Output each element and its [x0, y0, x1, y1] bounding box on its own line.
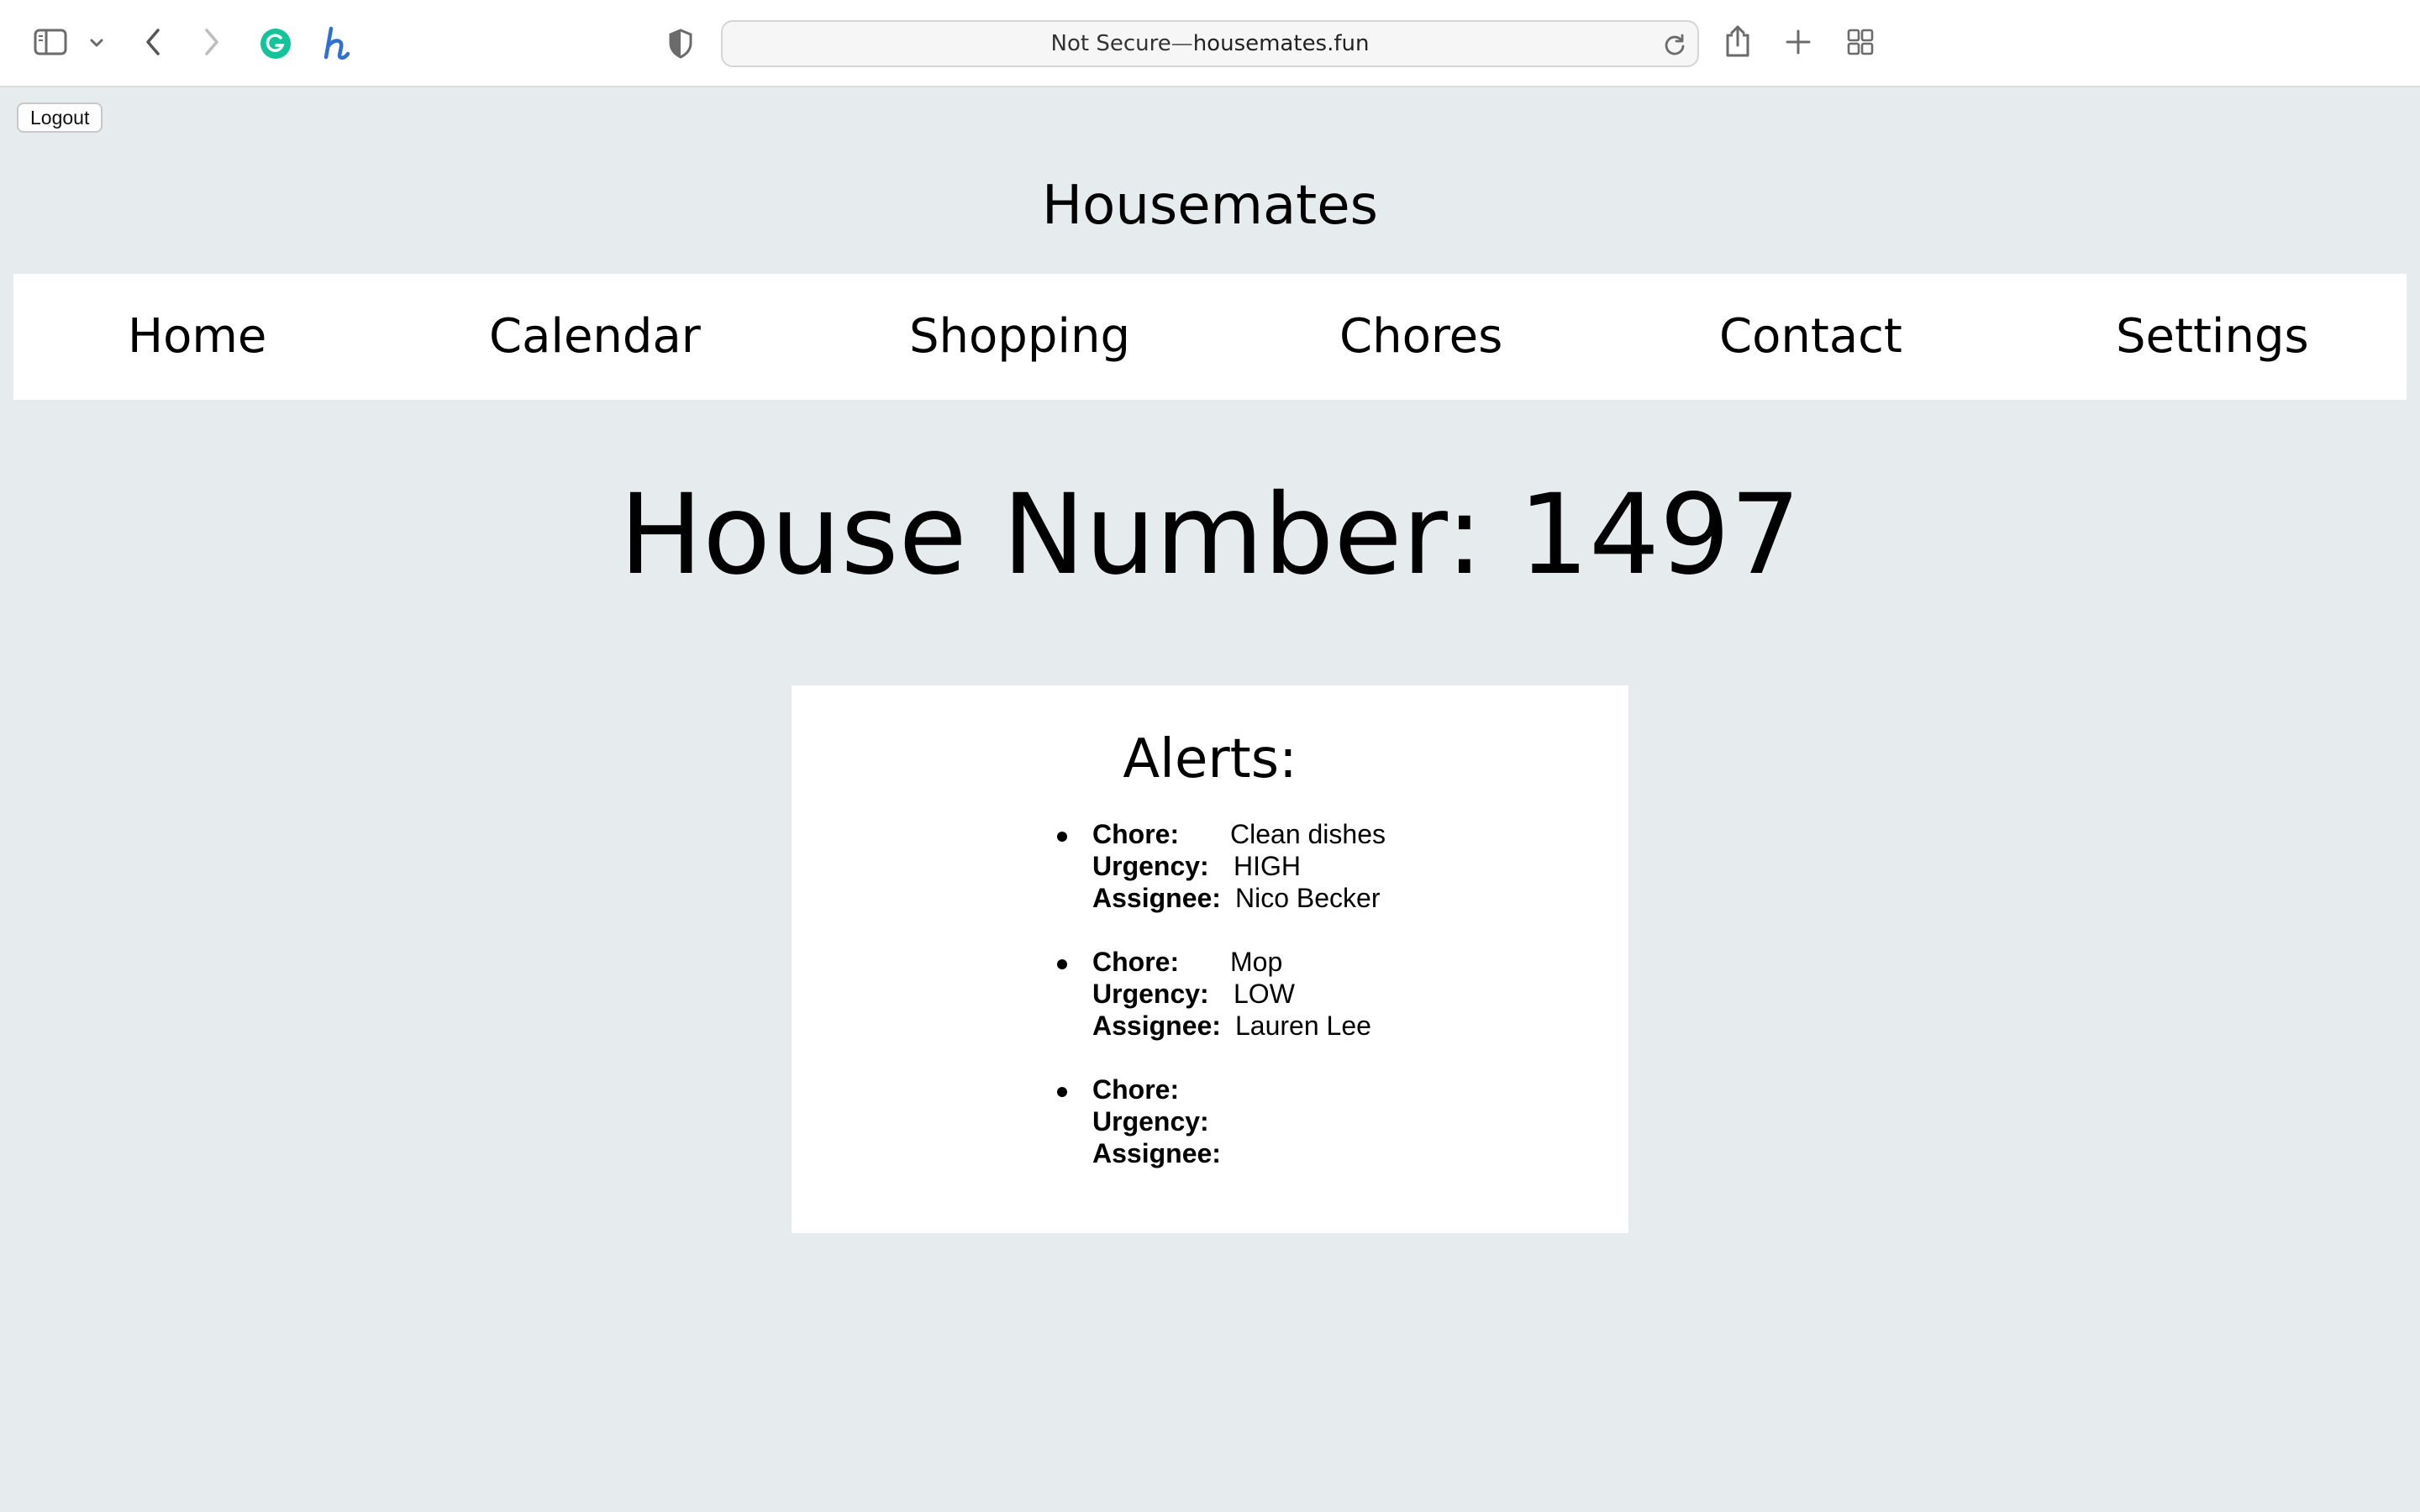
url-domain: housemates.fun — [1192, 31, 1370, 56]
alerts-panel: Alerts: Chore: Clean dishes Urgency: HIG… — [792, 685, 1628, 1233]
assignee-value: Lauren Lee — [1235, 1011, 1371, 1041]
alerts-title: Alerts: — [1123, 728, 1297, 790]
assignee-label: Assignee: — [1092, 1011, 1221, 1041]
chore-value: Clean dishes — [1230, 819, 1386, 849]
bullet-icon — [1057, 832, 1067, 842]
urgency-label: Urgency: — [1092, 979, 1209, 1009]
assignee-value: Nico Becker — [1235, 883, 1381, 913]
browser-toolbar: Not Secure — housemates.fun — [0, 0, 2420, 87]
new-tab-icon[interactable] — [1783, 27, 1813, 57]
main-nav: Home Calendar Shopping Chores Contact Se… — [13, 274, 2407, 400]
not-secure-label: Not Secure — [1050, 31, 1171, 56]
address-bar[interactable]: Not Secure — housemates.fun — [721, 20, 1699, 67]
nav-item-home[interactable]: Home — [128, 274, 266, 400]
nav-item-calendar[interactable]: Calendar — [489, 274, 701, 400]
sidebar-icon[interactable] — [32, 27, 69, 57]
back-icon[interactable] — [139, 25, 166, 59]
nav-item-shopping[interactable]: Shopping — [909, 274, 1130, 400]
chevron-down-icon[interactable] — [87, 34, 106, 52]
share-icon[interactable] — [1723, 22, 1753, 60]
grammarly-icon[interactable] — [259, 27, 292, 60]
assignee-label: Assignee: — [1092, 1138, 1221, 1168]
nav-item-chores[interactable]: Chores — [1339, 274, 1502, 400]
nav-item-settings[interactable]: Settings — [2116, 274, 2309, 400]
reload-icon[interactable] — [1662, 32, 1687, 57]
site-title: Housemates — [1042, 175, 1378, 237]
nav-item-contact[interactable]: Contact — [1719, 274, 1902, 400]
urgency-value: HIGH — [1234, 851, 1301, 881]
bullet-icon — [1057, 959, 1067, 969]
honey-icon[interactable] — [319, 24, 356, 64]
urgency-label: Urgency: — [1092, 1106, 1209, 1137]
house-number-heading: House Number: 1497 — [619, 470, 1801, 600]
chore-value: Mop — [1230, 947, 1283, 977]
bullet-icon — [1057, 1087, 1067, 1097]
chore-label: Chore: — [1092, 947, 1180, 977]
tab-overview-icon[interactable] — [1845, 27, 1876, 57]
forward-icon[interactable] — [198, 25, 225, 59]
privacy-shield-icon[interactable] — [666, 27, 696, 60]
urgency-label: Urgency: — [1092, 851, 1209, 881]
chore-label: Chore: — [1092, 1074, 1180, 1105]
urgency-value: LOW — [1234, 979, 1295, 1009]
chore-label: Chore: — [1092, 819, 1180, 849]
url-separator: — — [1171, 31, 1193, 56]
assignee-label: Assignee: — [1092, 883, 1221, 913]
logout-button[interactable]: Logout — [17, 102, 103, 133]
